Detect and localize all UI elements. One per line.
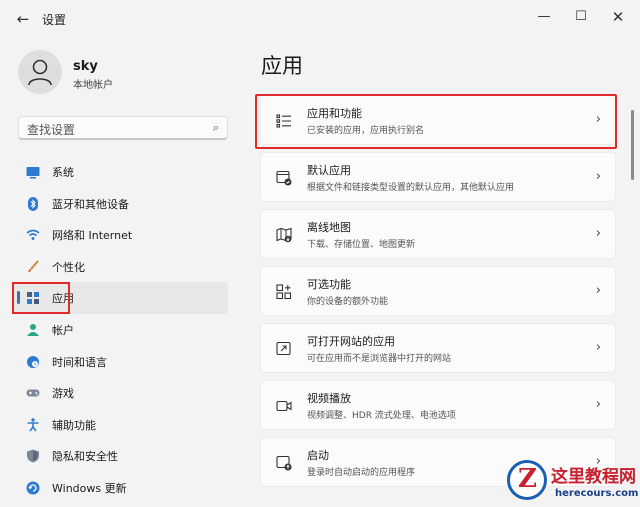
- sidebar-item-label: 个性化: [52, 260, 85, 274]
- close-button[interactable]: ✕: [604, 6, 632, 28]
- monitor-icon: [26, 167, 40, 179]
- sidebar-item-time-language[interactable]: 时间和语言: [14, 346, 228, 378]
- sidebar-item-label: 蓝牙和其他设备: [52, 197, 129, 211]
- gamepad-icon: [26, 389, 40, 397]
- sidebar-item-accessibility[interactable]: 辅助功能: [14, 409, 228, 441]
- card-optional-features[interactable]: 可选功能 你的设备的额外功能 ›: [260, 266, 616, 316]
- chevron-right-icon: ›: [595, 397, 601, 412]
- card-title: 默认应用: [307, 164, 351, 177]
- card-subtitle: 视频调整、HDR 流式处理、电池选项: [307, 411, 456, 421]
- sidebar-item-label: 游戏: [52, 387, 74, 401]
- card-offline-maps[interactable]: 离线地图 下载、存储位置、地图更新 ›: [260, 209, 616, 259]
- watermark-url: herecours.com: [555, 488, 639, 499]
- user-name: sky: [73, 59, 98, 74]
- card-title: 可选功能: [307, 278, 351, 291]
- card-subtitle: 可在应用而不是浏览器中打开的网站: [307, 354, 452, 364]
- title-bar: ← 设置 — ☐ ✕: [0, 0, 640, 36]
- chevron-right-icon: ›: [595, 226, 601, 241]
- watermark-logo: Z: [507, 460, 547, 500]
- sidebar-item-gaming[interactable]: 游戏: [14, 377, 228, 409]
- sidebar-item-label: 帐户: [52, 323, 74, 337]
- sidebar-item-label: Windows 更新: [52, 481, 127, 495]
- open-link-icon: [276, 341, 291, 356]
- card-title: 可打开网站的应用: [307, 335, 395, 348]
- avatar[interactable]: [18, 50, 62, 94]
- card-subtitle: 登录时自动启动的应用程序: [307, 468, 416, 478]
- default-app-icon: [276, 170, 292, 186]
- video-icon: [276, 400, 292, 412]
- add-grid-icon: [276, 284, 292, 300]
- startup-icon: [276, 455, 292, 471]
- sidebar-item-label: 辅助功能: [52, 418, 96, 432]
- account-type: 本地帐户: [73, 80, 113, 91]
- watermark-logo-letter: Z: [518, 464, 537, 494]
- card-subtitle: 根据文件和链接类型设置的默认应用，其他默认应用: [307, 183, 515, 193]
- card-subtitle: 下载、存储位置、地图更新: [307, 240, 416, 250]
- card-title: 视频播放: [307, 392, 351, 405]
- card-apps-for-websites[interactable]: 可打开网站的应用 可在应用而不是浏览器中打开的网站 ›: [260, 323, 616, 373]
- sidebar-item-bluetooth[interactable]: 蓝牙和其他设备: [14, 188, 228, 220]
- sidebar-item-personalization[interactable]: 个性化: [14, 251, 228, 283]
- watermark-title: 这里教程网: [551, 467, 636, 487]
- sidebar-nav: 系统 蓝牙和其他设备 网络和 Internet 个性化 应用 帐户 时间和语言 …: [14, 156, 228, 504]
- card-title: 离线地图: [307, 221, 351, 234]
- card-video-playback[interactable]: 视频播放 视频调整、HDR 流式处理、电池选项 ›: [260, 380, 616, 430]
- shield-icon: [27, 449, 39, 463]
- minimize-button[interactable]: —: [530, 6, 558, 28]
- chevron-right-icon: ›: [595, 283, 601, 298]
- annotation-highlight-apps-features: [255, 94, 617, 149]
- update-icon: [26, 481, 40, 495]
- card-default-apps[interactable]: 默认应用 根据文件和链接类型设置的默认应用，其他默认应用 ›: [260, 152, 616, 202]
- sidebar-item-privacy[interactable]: 隐私和安全性: [14, 440, 228, 472]
- bluetooth-icon: [28, 196, 38, 211]
- sidebar-item-label: 系统: [52, 166, 74, 179]
- sidebar-item-accounts[interactable]: 帐户: [14, 314, 228, 346]
- brush-icon: [28, 260, 39, 272]
- accessibility-icon: [27, 418, 39, 432]
- person-icon: [28, 59, 52, 86]
- sidebar-item-label: 网络和 Internet: [52, 229, 133, 243]
- settings-card-list: 应用和功能 已安装的应用，应用执行别名 › 默认应用 根据文件和链接类型设置的默…: [260, 95, 616, 494]
- scrollbar[interactable]: [631, 110, 634, 180]
- sidebar-item-system[interactable]: 系统: [14, 156, 228, 188]
- annotation-highlight-apps: [12, 282, 70, 314]
- wifi-icon: [26, 229, 40, 241]
- maximize-button[interactable]: ☐: [567, 6, 595, 28]
- card-subtitle: 你的设备的额外功能: [307, 297, 389, 307]
- map-icon: [276, 227, 292, 243]
- back-arrow-icon[interactable]: ←: [12, 8, 34, 30]
- chevron-right-icon: ›: [595, 169, 601, 184]
- page-title: 应用: [261, 54, 303, 78]
- search-input[interactable]: 查找设置 ⌕: [18, 116, 228, 140]
- chevron-right-icon: ›: [595, 340, 601, 355]
- sidebar-item-label: 时间和语言: [52, 355, 107, 369]
- globe-clock-icon: [27, 355, 39, 368]
- app-title: 设置: [42, 13, 67, 27]
- search-placeholder: 查找设置: [27, 123, 76, 137]
- person-icon: [27, 323, 39, 336]
- sidebar-item-network[interactable]: 网络和 Internet: [14, 219, 228, 251]
- card-title: 启动: [307, 449, 329, 462]
- search-icon[interactable]: ⌕: [213, 121, 219, 135]
- sidebar-item-windows-update[interactable]: Windows 更新: [14, 472, 228, 504]
- sidebar-item-label: 隐私和安全性: [52, 450, 118, 464]
- watermark: Z 这里教程网 herecours.com: [505, 458, 640, 507]
